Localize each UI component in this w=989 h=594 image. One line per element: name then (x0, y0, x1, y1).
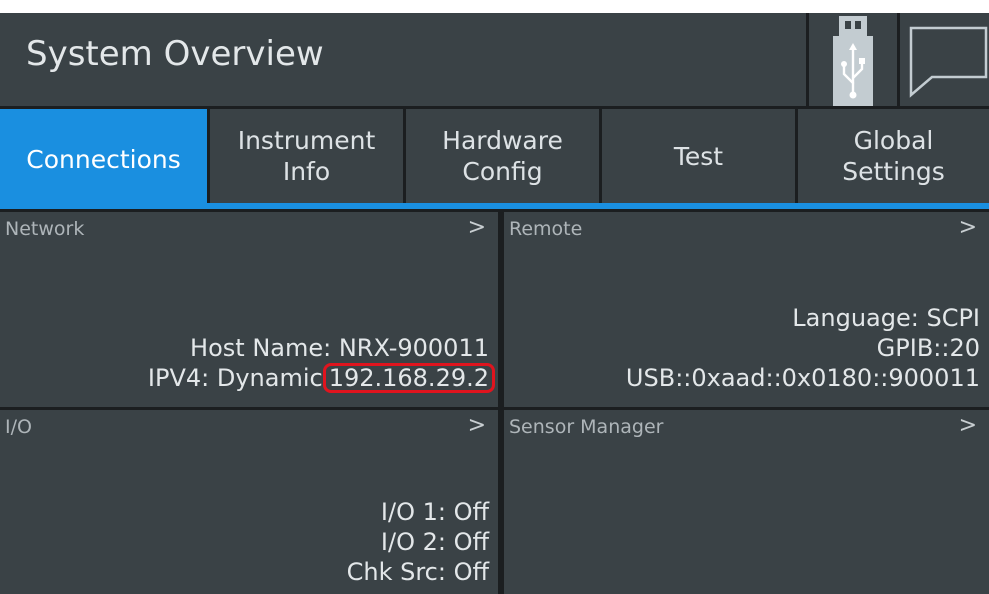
ipv4-label: IPV4: Dynamic (147, 364, 323, 392)
language: Language: SCPI (792, 304, 980, 332)
ipv4-row: IPV4: Dynamic 192.168.29.2 (147, 363, 495, 393)
chevron-right-icon: > (467, 413, 486, 438)
remote-info: Language: SCPI GPIB::20 USB::0xaad::0x01… (626, 303, 980, 393)
message-button[interactable] (897, 13, 989, 106)
message-icon (909, 26, 988, 98)
io-2-status: I/O 2: Off (380, 528, 489, 556)
tab-global-settings[interactable]: Global Settings (798, 109, 989, 203)
check-source-status: Chk Src: Off (346, 558, 489, 586)
tab-label: Test (673, 141, 724, 171)
io-panel[interactable]: I/O > I/O 1: Off I/O 2: Off Chk Src: Off (0, 410, 498, 594)
tab-bar: Connections Instrument Info Hardware Con… (0, 109, 989, 209)
chevron-right-icon: > (958, 413, 977, 438)
gpib-address: GPIB::20 (876, 334, 980, 362)
sensor-manager-panel[interactable]: Sensor Manager > (504, 410, 989, 594)
remote-panel[interactable]: Remote > Language: SCPI GPIB::20 USB::0x… (504, 212, 989, 407)
panel-title: Remote (509, 218, 583, 240)
panel-title: Sensor Manager (509, 416, 664, 438)
tab-instrument-info[interactable]: Instrument Info (210, 109, 403, 203)
ipv4-address: 192.168.29.2 (322, 363, 495, 393)
page-title: System Overview (26, 34, 324, 74)
host-name: Host Name: NRX-900011 (190, 334, 489, 362)
tab-label: Connections (26, 144, 181, 174)
chevron-right-icon: > (467, 215, 486, 240)
panel-title: Network (5, 218, 85, 240)
tab-test[interactable]: Test (602, 109, 795, 203)
chevron-right-icon: > (958, 215, 977, 240)
network-panel[interactable]: Network > Host Name: NRX-900011 IPV4: Dy… (0, 212, 498, 407)
tab-hardware-config[interactable]: Hardware Config (406, 109, 599, 203)
io-info: I/O 1: Off I/O 2: Off Chk Src: Off (347, 497, 489, 587)
tab-underline (0, 203, 989, 209)
usb-icon (833, 16, 873, 106)
tab-label: Global Settings (842, 126, 945, 186)
title-bar: System Overview (0, 13, 989, 106)
io-1-status: I/O 1: Off (380, 498, 489, 526)
panel-title: I/O (5, 416, 32, 438)
usb-button[interactable] (806, 13, 897, 106)
tab-label: Hardware Config (442, 126, 563, 186)
instrument-screen: System Overview Connections Instrument I… (0, 13, 989, 594)
network-info: Host Name: NRX-900011 IPV4: Dynamic 192.1… (147, 333, 495, 393)
usb-address: USB::0xaad::0x0180::900011 (625, 364, 980, 392)
tab-connections[interactable]: Connections (0, 109, 207, 209)
tab-label: Instrument Info (237, 126, 376, 186)
